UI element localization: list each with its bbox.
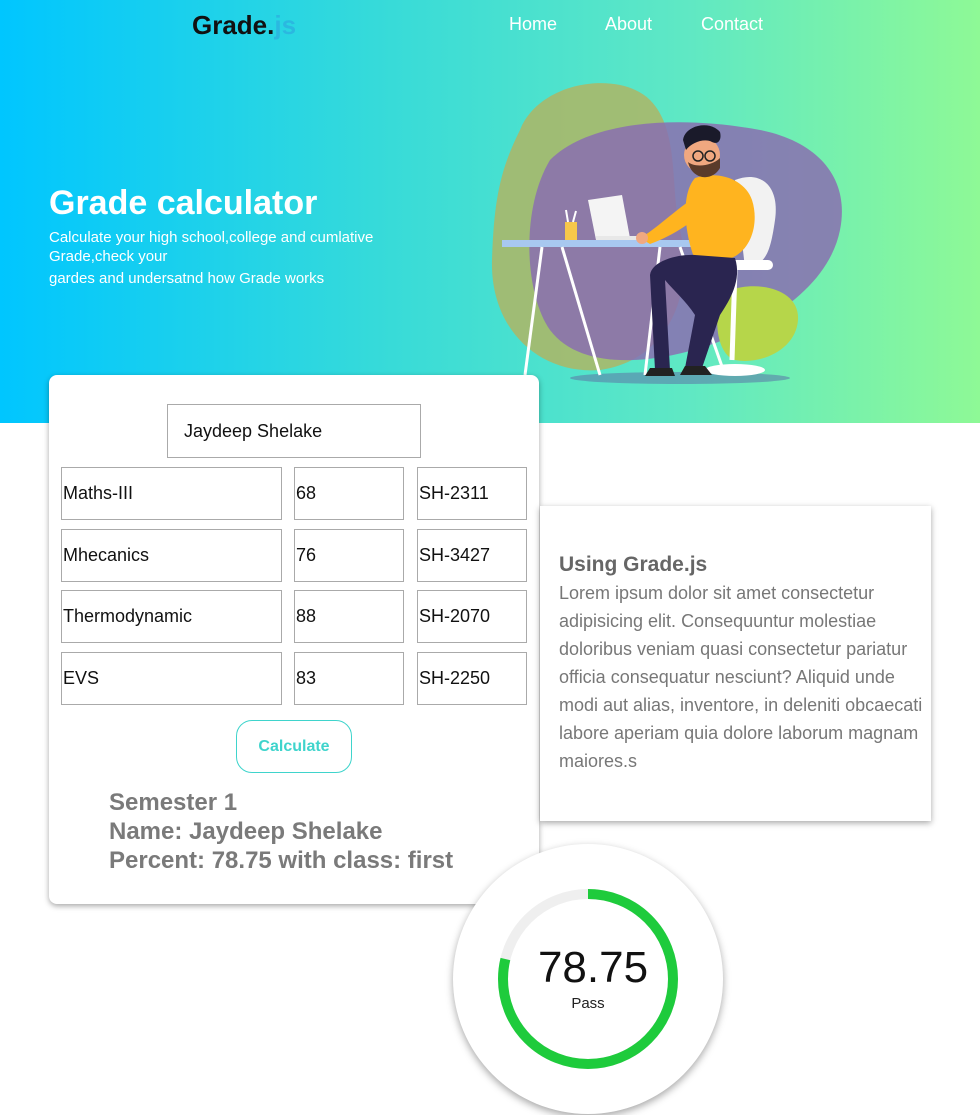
nav-about-link[interactable]: About: [605, 14, 652, 35]
hero-subtitle-line2: gardes and undersatnd how Grade works: [49, 270, 325, 287]
illustration-person-hand: [636, 232, 648, 244]
score-gauge: 78.75 Pass: [453, 844, 723, 1114]
result-summary: Semester 1 Name: Jaydeep Shelake Percent…: [109, 788, 453, 875]
subject-input[interactable]: [61, 529, 282, 582]
subject-code-input[interactable]: [417, 590, 527, 643]
info-card: Using Grade.js Lorem ipsum dolor sit ame…: [540, 506, 931, 821]
gauge-label: Pass: [571, 995, 605, 1012]
marks-input[interactable]: [294, 652, 404, 705]
info-body: Lorem ipsum dolor sit amet consectetur a…: [559, 583, 923, 771]
grade-form-card: Calculate Semester 1 Name: Jaydeep Shela…: [49, 375, 539, 904]
subject-code-input[interactable]: [417, 652, 527, 705]
hero-banner: Grade.js Home About Contact Grade calcul…: [0, 0, 980, 423]
hero-title: Grade calculator: [49, 184, 318, 222]
subject-input[interactable]: [61, 467, 282, 520]
result-name: Name: Jaydeep Shelake: [109, 818, 383, 845]
nav-contact-link[interactable]: Contact: [701, 14, 763, 35]
page: Grade.js Home About Contact Grade calcul…: [0, 0, 980, 1115]
subject-code-input[interactable]: [417, 529, 527, 582]
illustration-pen-cup: [565, 222, 577, 240]
brand-name: Grade.: [192, 10, 275, 40]
hero-illustration: [491, 83, 842, 384]
brand-logo[interactable]: Grade.js: [192, 10, 296, 41]
marks-input[interactable]: [294, 467, 404, 520]
subject-code-input[interactable]: [417, 467, 527, 520]
gauge-value: 78.75: [537, 943, 649, 992]
result-semester: Semester 1: [109, 789, 238, 816]
info-title: Using Grade.js: [559, 553, 708, 576]
subject-input[interactable]: [61, 590, 282, 643]
result-percent: Percent: 78.75 with class: first: [109, 847, 454, 874]
subject-input[interactable]: [61, 652, 282, 705]
calculate-button[interactable]: Calculate: [236, 720, 352, 773]
illustration-person-shoe: [645, 368, 675, 376]
marks-input[interactable]: [294, 529, 404, 582]
illustration-chair-base: [705, 364, 765, 376]
nav-home-link[interactable]: Home: [509, 14, 557, 35]
brand-suffix: js: [274, 10, 297, 40]
hero-subtitle-line1: Calculate your high school,college and c…: [49, 229, 374, 265]
marks-input[interactable]: [294, 590, 404, 643]
illustration-person-shoe: [680, 366, 712, 375]
student-name-input[interactable]: [167, 404, 421, 458]
